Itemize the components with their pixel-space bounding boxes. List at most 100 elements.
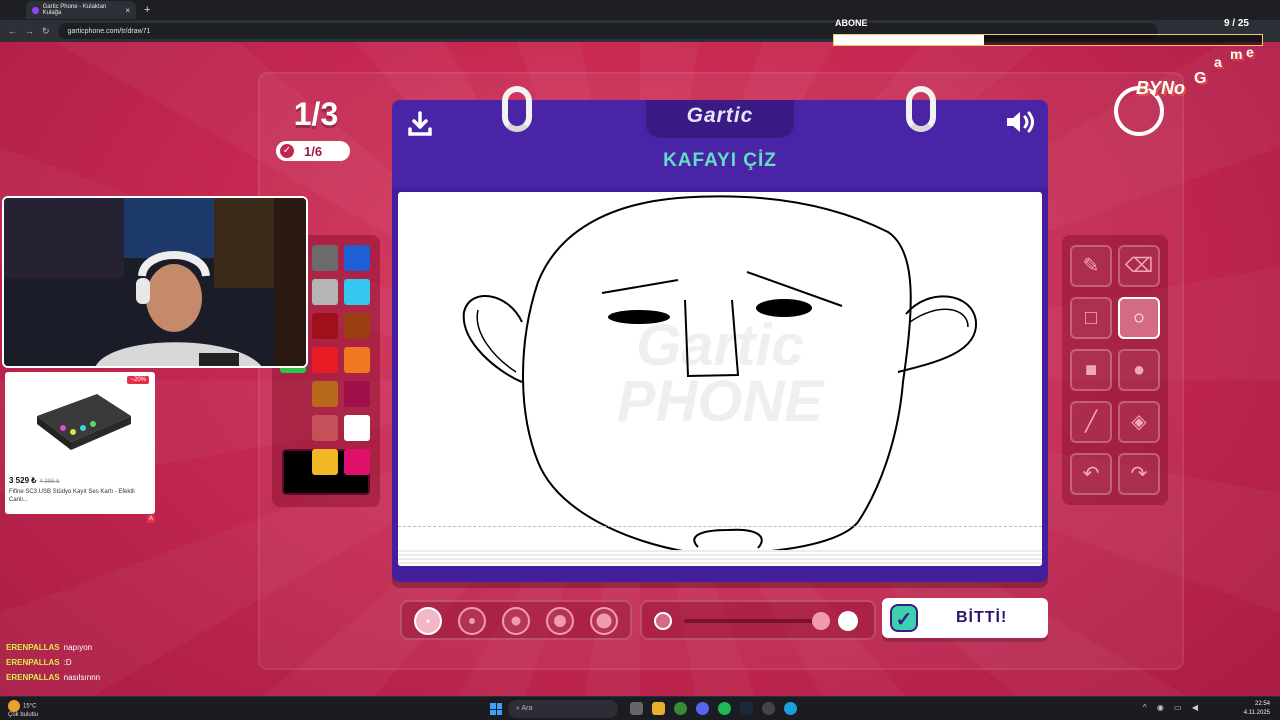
check-icon: ✓: [280, 144, 294, 158]
product-image: [37, 394, 131, 450]
color-swatch[interactable]: [312, 313, 338, 339]
clock[interactable]: 22:54 4.11.2025: [1244, 700, 1270, 718]
brush-dot-icon: [426, 619, 430, 623]
player-progress: ✓ 1/6: [276, 141, 350, 161]
rectangle-fill-tool[interactable]: ■: [1070, 349, 1112, 391]
color-swatch[interactable]: [344, 415, 370, 441]
discord-icon[interactable]: [696, 702, 709, 715]
opacity-track[interactable]: [684, 619, 822, 623]
weather-widget[interactable]: 15°C Çok bulutlu: [8, 700, 38, 719]
taskbar-search[interactable]: ⌕ Ara: [508, 700, 618, 718]
eraser-tool[interactable]: ⌫: [1118, 245, 1160, 287]
canvas-dashed-guide: [398, 526, 1042, 527]
color-swatch[interactable]: [312, 449, 338, 475]
subscriber-goal-fill: [834, 35, 984, 45]
webcam-feed: [2, 196, 308, 368]
color-swatch[interactable]: [344, 279, 370, 305]
brush-size-option[interactable]: [414, 607, 442, 635]
opacity-thumb[interactable]: [812, 612, 830, 630]
bucket-icon: ◈: [1131, 411, 1147, 433]
browser-tab[interactable]: Gartic Phone - Kulaktan Kulağa ×: [26, 1, 136, 19]
undo-tool[interactable]: ↶: [1070, 453, 1112, 495]
steam-icon[interactable]: [740, 702, 753, 715]
ad-marker-icon: A: [147, 515, 155, 523]
spotify-icon[interactable]: [718, 702, 731, 715]
system-tray-icons[interactable]: ^ ◉ ▭ ◀: [1143, 703, 1202, 712]
discount-badge: −20%: [127, 376, 149, 384]
done-button[interactable]: ✓ BİTTİ!: [882, 598, 1048, 638]
close-tab-icon[interactable]: ×: [125, 6, 130, 15]
old-price: 4 386 ₺: [39, 479, 60, 485]
chat-message: ERENPALLAS napıyon: [6, 640, 206, 655]
binder-ring: [906, 86, 936, 132]
chat-username: ERENPALLAS: [6, 673, 60, 682]
ellipse-outline-icon: ○: [1132, 307, 1146, 329]
browser-tab-bar: Gartic Phone - Kulaktan Kulağa × +: [0, 0, 1280, 20]
ellipse-fill-tool[interactable]: ●: [1118, 349, 1160, 391]
color-swatch[interactable]: [344, 381, 370, 407]
stream-chat: ERENPALLAS napıyon ERENPALLAS:D ERENPALLAS n…: [6, 640, 206, 685]
color-swatch[interactable]: [344, 245, 370, 271]
color-swatch[interactable]: [312, 381, 338, 407]
edge-icon[interactable]: [784, 702, 797, 715]
brush-size-option[interactable]: [458, 607, 486, 635]
color-swatch[interactable]: [312, 279, 338, 305]
brush-size-option[interactable]: [590, 607, 618, 635]
color-swatch[interactable]: [312, 415, 338, 441]
done-button-label: BİTTİ!: [956, 609, 1008, 626]
chat-text: napıyon: [63, 643, 93, 652]
chat-message: ERENPALLAS nasılsınnn: [6, 670, 206, 685]
drawing-canvas[interactable]: Gartic PHONE: [398, 192, 1042, 566]
download-icon[interactable]: [406, 110, 436, 140]
ellipse-outline-tool[interactable]: ○: [1118, 297, 1160, 339]
brush-dot-icon: [469, 618, 475, 624]
brush-size-selector: [400, 600, 632, 640]
tab-title: Gartic Phone - Kulaktan Kulağa: [42, 4, 107, 16]
rectangle-outline-icon: □: [1084, 307, 1098, 329]
product-ad[interactable]: −20% 3 529 ₺ 4 386 ₺ Fifine SC3 USB Stüdy…: [5, 372, 155, 514]
obs-icon[interactable]: [762, 702, 775, 715]
color-swatch[interactable]: [344, 313, 370, 339]
line-icon: ╱: [1084, 411, 1098, 433]
chrome-icon[interactable]: [674, 702, 687, 715]
player-progress-text: 1/6: [304, 143, 323, 159]
chat-text: :D: [63, 658, 72, 667]
bucket-tool[interactable]: ◈: [1118, 401, 1160, 443]
task-view-icon[interactable]: [630, 702, 643, 715]
line-tool[interactable]: ╱: [1070, 401, 1112, 443]
binder-ring: [502, 86, 532, 132]
file-explorer-icon[interactable]: [652, 702, 665, 715]
brush-size-option[interactable]: [502, 607, 530, 635]
reload-icon[interactable]: ↻: [42, 26, 50, 37]
color-swatch[interactable]: [312, 245, 338, 271]
eraser-icon: ⌫: [1124, 255, 1154, 277]
drawing-prompt: KAFAYI ÇİZ: [663, 150, 777, 171]
gartic-logo: Gartic: [686, 104, 754, 127]
undo-icon: ↶: [1082, 463, 1100, 485]
subscriber-goal-label: ABONE: [835, 18, 868, 28]
brush-size-option[interactable]: [546, 607, 574, 635]
forward-icon[interactable]: →: [25, 26, 34, 36]
chat-text: nasılsınnn: [63, 673, 101, 682]
brush-dot-icon: [511, 616, 521, 626]
new-tab-icon[interactable]: +: [144, 4, 150, 16]
webcam-image: [4, 198, 306, 366]
weather-condition: Çok bulutlu: [8, 712, 39, 718]
color-swatch[interactable]: [344, 347, 370, 373]
redo-tool[interactable]: ↷: [1118, 453, 1160, 495]
rectangle-outline-tool[interactable]: □: [1070, 297, 1112, 339]
temperature: 15°C: [23, 703, 37, 710]
windows-taskbar: 15°C Çok bulutlu ⌕ Ara ^ ◉ ▭ ◀ 22:54 4.1…: [0, 696, 1280, 720]
ellipse-fill-icon: ●: [1132, 359, 1146, 381]
color-swatch[interactable]: [312, 347, 338, 373]
opacity-min-icon: [654, 612, 672, 630]
paper-edge: [398, 550, 1042, 566]
color-swatch[interactable]: [344, 449, 370, 475]
pencil-tool[interactable]: ✎: [1070, 245, 1112, 287]
opacity-slider[interactable]: [640, 600, 876, 640]
volume-icon[interactable]: [1004, 108, 1038, 143]
logo-text: m: [1230, 46, 1243, 62]
start-button-icon[interactable]: [490, 703, 502, 715]
drawing-notebook: Gartic KAFAYI ÇİZ Gartic PHONE: [392, 86, 1048, 582]
back-icon[interactable]: ←: [8, 26, 17, 36]
